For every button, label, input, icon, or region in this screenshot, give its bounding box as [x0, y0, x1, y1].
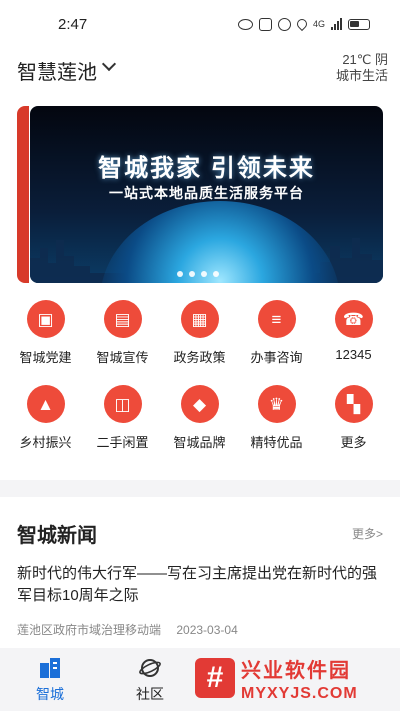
alarm-icon: [277, 17, 291, 31]
site-watermark: # 兴业软件园 MYXYJS.COM: [195, 648, 395, 708]
menu-item-label: 12345: [335, 347, 372, 362]
consult-chat-icon: ≡: [257, 300, 296, 338]
menu-item[interactable]: ☎ 12345: [315, 300, 392, 366]
menu-item[interactable]: ▤ 智城宣传: [84, 300, 161, 366]
banner-prev-slide[interactable]: [17, 106, 29, 283]
grid-more-icon: ▚: [334, 385, 373, 423]
phone-icon: ☎: [334, 300, 373, 338]
planet-icon: [138, 656, 162, 680]
chevron-down-icon[interactable]: [101, 56, 117, 72]
watermark-logo: #: [195, 658, 235, 698]
banner-subtitle: 一站式本地品质生活服务平台: [109, 185, 304, 201]
menu-item-label: 精特优品: [250, 435, 303, 450]
backpack-icon: ◫: [103, 385, 142, 423]
eye-comfort-icon: [237, 18, 253, 30]
menu-grid: ▣ 智城党建 ▤ 智城宣传 ▦ 政务政策 ≡ 办事咨询 ☎ 12345 ▲ 乡村振兴 ◫ 二手闲置 ◆ 智城品…: [7, 300, 393, 451]
publicity-icon: ▤: [103, 300, 142, 338]
weather-widget[interactable]: 21℃ 阴 城市生活: [336, 52, 388, 84]
menu-item[interactable]: ◫ 二手闲置: [84, 385, 161, 451]
service-menu: ▣ 智城党建 ▤ 智城宣传 ▦ 政务政策 ≡ 办事咨询 ☎ 12345 ▲ 乡村振兴 ◫ 二手闲置 ◆ 智城品…: [0, 290, 400, 480]
news-section-title: 智城新闻: [17, 525, 97, 547]
menu-item-label: 智城品牌: [173, 435, 226, 450]
nfc-icon: [258, 17, 272, 31]
diamond-icon: ◆: [180, 385, 219, 423]
watermark-text: 兴业软件园 MYXYJS.COM: [241, 654, 358, 703]
battery-icon: [348, 18, 370, 30]
tab-home[interactable]: 智城: [20, 656, 80, 704]
menu-item[interactable]: ▲ 乡村振兴: [7, 385, 84, 451]
menu-item-label: 二手闲置: [96, 435, 149, 450]
weather-temp: 21℃ 阴: [342, 52, 388, 67]
menu-item[interactable]: ▚ 更多: [315, 385, 392, 451]
menu-item[interactable]: ≡ 办事咨询: [238, 300, 315, 366]
signal-icon: [331, 18, 342, 30]
menu-item-label: 政务政策: [173, 350, 226, 365]
news-item-headline[interactable]: 新时代的伟大行军——写在习主席提出党在新时代的强军目标10周年之际: [17, 563, 383, 607]
menu-item[interactable]: ▣ 智城党建: [7, 300, 84, 366]
news-item-meta: 莲池区政府市域治理移动端 2023-03-04: [17, 621, 238, 638]
tab-community[interactable]: 社区: [120, 656, 180, 704]
menu-item-label: 智城宣传: [96, 350, 149, 365]
menu-item-label: 更多: [340, 435, 367, 450]
watermark-en: MYXYJS.COM: [241, 684, 358, 702]
home-icon: [38, 656, 62, 680]
menu-item[interactable]: ♛ 精特优品: [238, 385, 315, 451]
tab-home-label: 智城: [36, 686, 64, 702]
policy-icon: ▦: [180, 300, 219, 338]
carousel-dots: [177, 271, 219, 277]
status-bar: 2:47 4G: [0, 0, 400, 48]
carousel-dot[interactable]: [189, 271, 195, 277]
weather-sub: 城市生活: [335, 68, 388, 83]
location-icon: [294, 16, 310, 32]
carousel-dot[interactable]: [177, 271, 183, 277]
menu-item-label: 乡村振兴: [19, 435, 72, 450]
news-more-link[interactable]: 更多>: [352, 525, 383, 542]
menu-item[interactable]: ▦ 政务政策: [161, 300, 238, 366]
menu-item[interactable]: ◆ 智城品牌: [161, 385, 238, 451]
banner-carousel[interactable]: 智城我家 引领未来 一站式本地品质生活服务平台: [30, 106, 383, 283]
news-item-source: 莲池区政府市域治理移动端: [17, 623, 162, 637]
mountain-icon: ▲: [26, 385, 65, 423]
crown-icon: ♛: [257, 385, 296, 423]
network-type: 4G: [312, 19, 325, 29]
tab-community-label: 社区: [136, 686, 164, 702]
news-item-date: 2023-03-04: [176, 623, 238, 637]
menu-item-label: 智城党建: [19, 350, 72, 365]
menu-item-label: 办事咨询: [250, 350, 303, 365]
carousel-dot[interactable]: [201, 271, 207, 277]
carousel-dot[interactable]: [213, 271, 219, 277]
status-icons: 4G: [237, 16, 370, 32]
banner-area: 智城我家 引领未来 一站式本地品质生活服务平台: [0, 98, 400, 290]
watermark-cn: 兴业软件园: [241, 659, 351, 682]
status-time: 2:47: [58, 15, 88, 33]
city-selector[interactable]: 智慧莲池: [17, 56, 97, 85]
news-section: 智城新闻 更多> 新时代的伟大行军——写在习主席提出党在新时代的强军目标10周年…: [0, 497, 400, 648]
globe-graphic: [100, 201, 340, 283]
party-building-icon: ▣: [26, 300, 65, 338]
banner-title: 智城我家 引领未来: [98, 155, 315, 182]
app-header: 智慧莲池 21℃ 阴 城市生活: [0, 48, 400, 98]
